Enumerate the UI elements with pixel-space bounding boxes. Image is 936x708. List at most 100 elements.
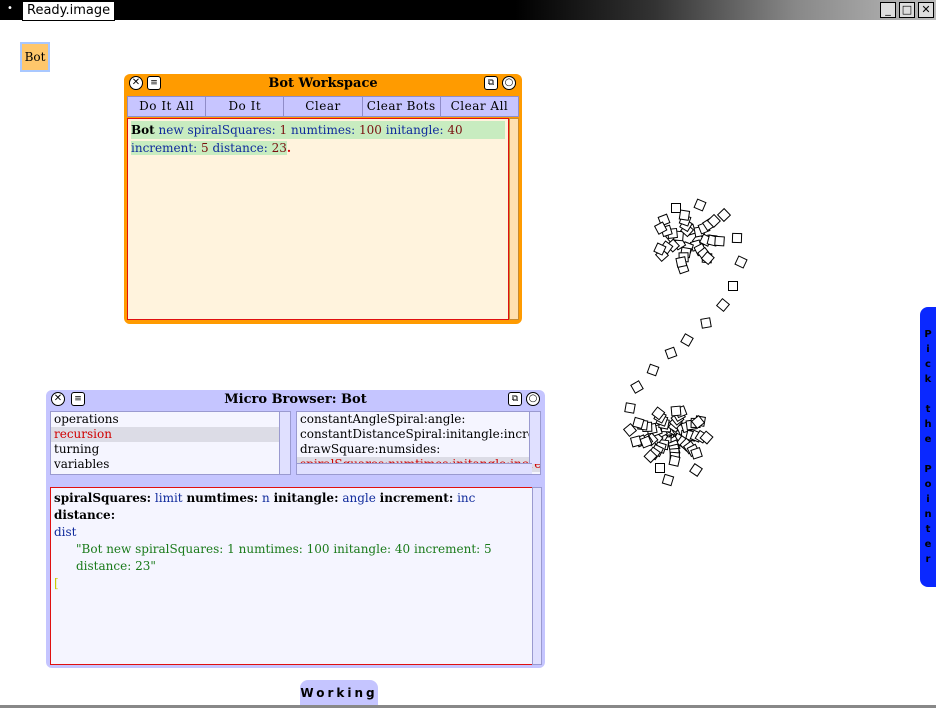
trail-square [655, 463, 665, 473]
code-token: 100 [359, 123, 382, 137]
code-token: initangle: [273, 491, 339, 505]
pick-the-pointer-tab[interactable]: Pick the Pointer [920, 307, 936, 587]
bot-drawing [622, 198, 748, 487]
close-icon[interactable]: ✕ [918, 2, 934, 18]
window-menu-icon[interactable]: • [3, 2, 17, 16]
code-token: n [262, 491, 270, 505]
trail-square [675, 256, 688, 268]
workspace-scrollbar[interactable] [509, 118, 519, 320]
code-token: dist [54, 525, 77, 539]
workspace-code-editor[interactable]: Bot new spiralSquares: 1 numtimes: 100 i… [127, 118, 509, 320]
pointer-tab-letter: n [924, 509, 932, 520]
code-token: 5 [201, 141, 209, 155]
list-item[interactable]: recursion [51, 427, 290, 442]
do-it-button[interactable]: Do It [206, 97, 285, 116]
pointer-tab-letter: r [925, 554, 931, 565]
workspace-button-row: Do It All Do It Clear Trails Clear Bots … [127, 96, 519, 132]
code-token: numtimes: [291, 123, 356, 137]
bot-flap[interactable]: Bot [20, 42, 50, 72]
method-code-editor[interactable]: spiralSquares: limit numtimes: n initang… [50, 487, 533, 665]
code-token: limit [154, 491, 183, 505]
trail-square [632, 416, 645, 430]
text-cursor: [ [54, 576, 59, 590]
trail-square [630, 380, 644, 394]
window-title: Micro Browser: Bot [224, 392, 367, 407]
trail-square [731, 232, 743, 244]
pointer-tab-letter: c [925, 359, 931, 370]
method-list: constantAngleSpiral:angle: constantDista… [296, 411, 541, 475]
code-token: increment: [379, 491, 454, 505]
list-item[interactable]: constantDistanceSpiral:initangle:increme… [297, 427, 540, 442]
trail-square [646, 363, 660, 377]
expand-icon[interactable]: ○ [526, 392, 540, 406]
pointer-tab-letter: o [924, 479, 932, 490]
pointer-tab-letter: P [924, 464, 932, 475]
code-token: . [286, 141, 292, 155]
code-token: Bot [131, 123, 155, 137]
pointer-tab-letter [920, 447, 936, 462]
trail-square [728, 281, 738, 291]
window-title: Bot Workspace [268, 76, 378, 91]
trail-square [624, 402, 636, 414]
code-token: new [158, 123, 184, 137]
code-token: spiralSquares: [54, 491, 152, 505]
trail-square [668, 454, 681, 467]
trail-square [629, 435, 643, 448]
code-token: increment: [131, 141, 198, 155]
trail-square [670, 405, 682, 417]
code-token: distance: [54, 508, 116, 522]
code-comment: "Bot new spiralSquares: 1 numtimes: 100 … [76, 542, 492, 573]
list-item[interactable]: constantAngleSpiral:angle: [297, 412, 540, 427]
trail-square [700, 317, 712, 329]
code-token: initangle: [385, 123, 444, 137]
code-token: spiralSquares: [187, 123, 276, 137]
micro-browser-window: ✕ ≡ Micro Browser: Bot ⧉ ○ operations re… [46, 390, 545, 668]
trail-square [680, 333, 694, 347]
trail-square [693, 198, 707, 212]
pointer-tab-letter: t [925, 524, 931, 535]
code-token: inc [457, 491, 476, 505]
category-scrollbar[interactable] [279, 412, 290, 474]
do-it-all-button[interactable]: Do It All [128, 97, 207, 116]
pointer-tab-letter [920, 387, 936, 402]
code-scrollbar[interactable] [532, 487, 542, 665]
list-item[interactable]: turning [51, 442, 290, 457]
window-title: Ready.image [22, 1, 116, 21]
expand-icon[interactable]: ○ [502, 76, 516, 90]
pointer-tab-label: Pick the Pointer [920, 307, 936, 567]
minimize-icon[interactable]: _ [880, 2, 896, 18]
trail-square [678, 209, 691, 221]
category-list: operations recursion turning variables [50, 411, 291, 475]
pointer-tab-letter: t [925, 404, 931, 415]
pointer-tab-letter: e [924, 539, 932, 550]
pointer-tab-letter: k [924, 374, 932, 385]
pointer-tab-letter: P [924, 329, 932, 340]
pointer-tab-letter: e [924, 434, 932, 445]
trail-square [689, 463, 703, 477]
collapse-icon[interactable]: ⧉ [484, 76, 498, 90]
trail-square [664, 346, 678, 360]
working-tab[interactable]: Working [300, 680, 378, 708]
list-item[interactable]: drawSquare:numsides: [297, 442, 540, 457]
clear-bots-button[interactable]: Clear Bots [363, 97, 441, 116]
list-item[interactable]: operations [51, 412, 290, 427]
pointer-tab-letter: h [924, 419, 932, 430]
trail-square [715, 297, 731, 313]
trail-square [661, 473, 675, 487]
method-hscrollbar[interactable] [297, 463, 532, 474]
code-token: 23 [271, 141, 287, 155]
list-item[interactable]: variables [51, 457, 290, 472]
maximize-icon[interactable]: □ [899, 2, 915, 18]
pointer-tab-letter: i [926, 494, 930, 505]
collapse-icon[interactable]: ⧉ [508, 392, 522, 406]
window-titlebar: • Ready.image _ □ ✕ [0, 0, 936, 21]
clear-trails-button[interactable]: Clear Trails [284, 97, 363, 132]
method-vscrollbar[interactable] [529, 412, 540, 464]
trail-square [714, 235, 725, 247]
pointer-tab-letter: i [926, 344, 930, 355]
code-token: angle [342, 491, 376, 505]
code-token: distance: [212, 141, 268, 155]
clear-all-button[interactable]: Clear All [441, 97, 518, 116]
trail-square [716, 207, 732, 223]
trail-square [671, 203, 681, 213]
